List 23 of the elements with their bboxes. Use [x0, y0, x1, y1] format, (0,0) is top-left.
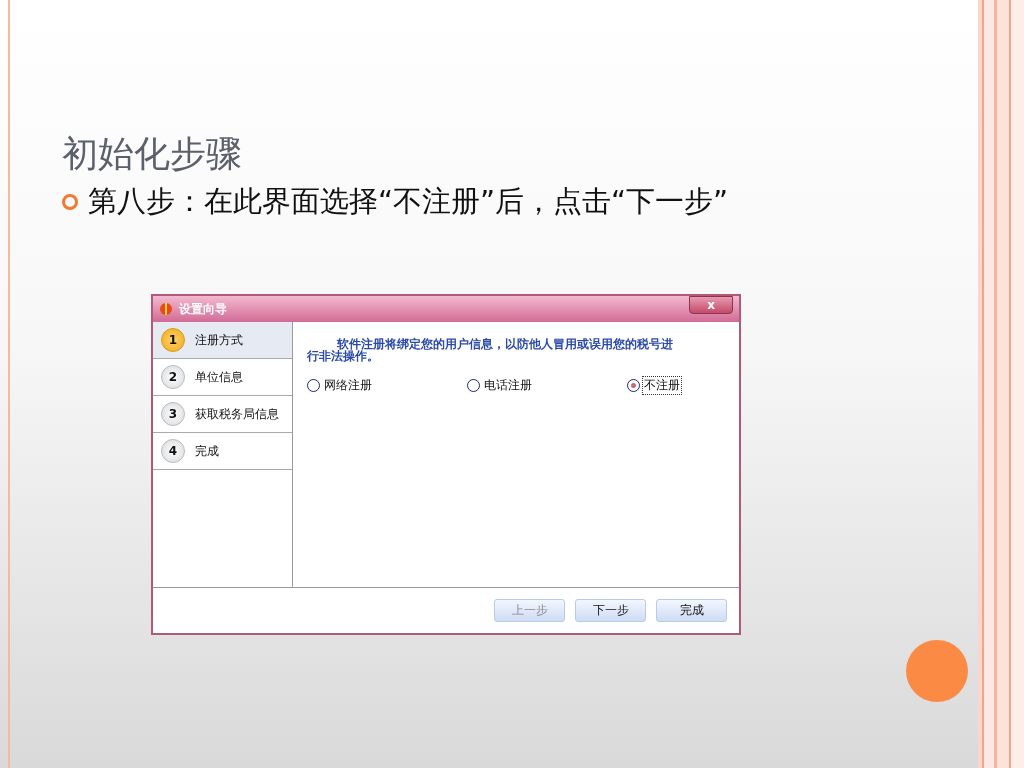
radio-button[interactable]: [627, 379, 640, 392]
step-item[interactable]: 1 注册方式: [153, 322, 292, 359]
bullet-text: 第八步：在此界面选择“不注册”后，点击“下一步”: [88, 183, 729, 220]
app-logo-icon: [159, 302, 173, 316]
radio-button[interactable]: [307, 379, 320, 392]
step-number: 1: [161, 328, 185, 352]
radio-label[interactable]: 网络注册: [322, 376, 374, 395]
bullet-icon: [62, 194, 78, 210]
step-label: 完成: [195, 442, 219, 460]
radio-button[interactable]: [467, 379, 480, 392]
step-label: 获取税务局信息: [195, 405, 279, 423]
step-number: 4: [161, 439, 185, 463]
step-number: 3: [161, 402, 185, 426]
step-label: 单位信息: [195, 368, 243, 386]
radio-label[interactable]: 不注册: [642, 376, 682, 395]
wizard-button[interactable]: 下一步: [575, 599, 646, 622]
step-number: 2: [161, 365, 185, 389]
window-title: 设置向导: [179, 300, 228, 318]
radio-label[interactable]: 电话注册: [482, 376, 534, 395]
slide-title: 初始化步骤: [62, 132, 243, 176]
wizard-button[interactable]: 完成: [656, 599, 727, 622]
step-label: 注册方式: [195, 331, 243, 349]
info-message: 软件注册将绑定您的用户信息，以防他人冒用或误用您的税号进行非法操作。: [307, 338, 674, 362]
